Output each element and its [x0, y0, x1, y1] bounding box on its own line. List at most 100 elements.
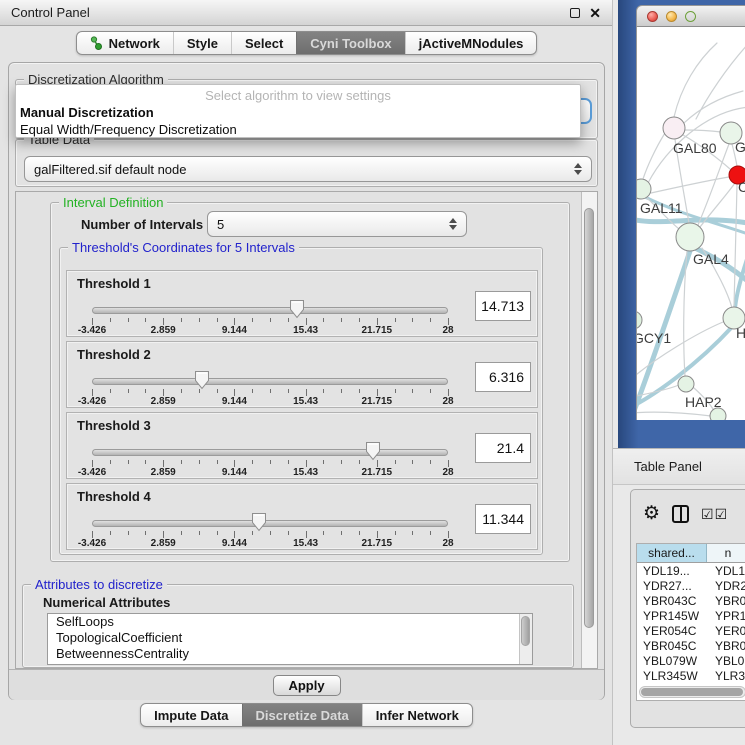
slider-tick-label: 2.859: [139, 467, 187, 478]
slider-tick: [92, 531, 93, 538]
number-of-intervals-combobox[interactable]: 5: [207, 211, 467, 237]
network-edge-highlighted[interactable]: [735, 253, 745, 309]
threshold-2-value-field[interactable]: 6.316: [475, 362, 531, 392]
column-header-name[interactable]: n: [707, 544, 745, 562]
network-node-hap2[interactable]: [678, 376, 694, 392]
threshold-4-value-field[interactable]: 11.344: [475, 504, 531, 534]
slider-tick: [181, 318, 182, 322]
numerical-attribute-item[interactable]: SelfLoops: [48, 614, 532, 630]
slider-tick: [395, 318, 396, 322]
network-desktop-background: GAL80GALCGAL11GAL4GCY1HHAP2: [618, 0, 745, 448]
threshold-3-group: Threshold 3-3.4262.8599.14415.4321.71528…: [66, 412, 538, 479]
network-edge[interactable]: [637, 412, 711, 416]
gear-icon[interactable]: ⚙: [643, 504, 660, 524]
slider-tick: [395, 531, 396, 535]
apply-button[interactable]: Apply: [273, 675, 341, 696]
close-traffic-light-icon[interactable]: [647, 11, 658, 22]
threshold-2-slider-track[interactable]: [92, 378, 448, 385]
slider-tick: [359, 318, 360, 322]
algorithm-option-equal-width-frequency-discretization[interactable]: Equal Width/Frequency Discretization: [16, 121, 580, 138]
tab-label: jActiveMNodules: [419, 36, 524, 51]
slider-tick: [377, 318, 378, 325]
slider-tick: [448, 389, 449, 396]
attributes-list-scrollbar[interactable]: [519, 614, 532, 664]
close-window-icon[interactable]: ✕: [589, 6, 601, 20]
control-panel-titlebar[interactable]: Control Panel ✕: [0, 0, 612, 26]
tab-cyni-toolbox[interactable]: Cyni Toolbox: [296, 32, 404, 54]
zoom-traffic-light-icon[interactable]: [685, 11, 696, 22]
table-row[interactable]: YDL19...YDL1: [637, 563, 745, 578]
slider-tick-label: 28: [424, 538, 472, 549]
checkbox-icon[interactable]: ☑: [715, 506, 728, 523]
table-panel-titlebar[interactable]: Table Panel: [613, 448, 745, 485]
network-window-titlebar[interactable]: [636, 5, 745, 27]
float-window-icon[interactable]: [570, 8, 580, 18]
slider-tick: [288, 389, 289, 393]
threshold-4-slider-track[interactable]: [92, 520, 448, 527]
tab-impute-data[interactable]: Impute Data: [141, 704, 241, 726]
table-row[interactable]: YLR345WYLR3: [637, 668, 745, 683]
threshold-1-slider-handle[interactable]: [289, 299, 305, 319]
threshold-4-slider-handle[interactable]: [251, 512, 267, 532]
network-node-gal4[interactable]: [676, 223, 704, 251]
threshold-2-slider-handle[interactable]: [194, 370, 210, 390]
slider-tick: [430, 460, 431, 464]
split-columns-icon[interactable]: [672, 505, 689, 523]
settings-vertical-scrollbar[interactable]: [581, 192, 597, 668]
tab-jactivemnodules[interactable]: jActiveMNodules: [405, 32, 537, 54]
network-node-gcy1[interactable]: [637, 311, 642, 329]
threshold-1-slider-track[interactable]: [92, 307, 448, 314]
network-node-label: H: [736, 325, 745, 341]
slider-tick: [252, 389, 253, 393]
numerical-attribute-item[interactable]: BetweennessCentrality: [48, 646, 532, 662]
network-edge[interactable]: [674, 43, 717, 117]
table-row[interactable]: YPR145WYPR1: [637, 608, 745, 623]
tab-select[interactable]: Select: [231, 32, 296, 54]
algorithm-popup-items: Manual DiscretizationEqual Width/Frequen…: [16, 104, 580, 138]
network-edge[interactable]: [685, 130, 721, 132]
node-attribute-table[interactable]: shared... n YDL19...YDL1YDR27...YDR2YBR0…: [636, 543, 745, 701]
numerical-attribute-item[interactable]: TopologicalCoefficient: [48, 630, 532, 646]
table-row[interactable]: YER054CYER0: [637, 623, 745, 638]
minimize-traffic-light-icon[interactable]: [666, 11, 677, 22]
tab-style[interactable]: Style: [173, 32, 231, 54]
tab-label: Select: [245, 36, 283, 51]
table-row[interactable]: YBR043CYBR0: [637, 593, 745, 608]
threshold-3-slider-handle[interactable]: [365, 441, 381, 461]
tab-infer-network[interactable]: Infer Network: [362, 704, 472, 726]
control-panel-title: Control Panel: [11, 5, 90, 20]
network-icon: [90, 36, 103, 50]
network-edge[interactable]: [651, 177, 729, 193]
table-row[interactable]: YDR27...YDR2: [637, 578, 745, 593]
slider-tick: [217, 460, 218, 464]
threshold-3-value-field[interactable]: 21.4: [475, 433, 531, 463]
threshold-3-slider-track[interactable]: [92, 449, 448, 456]
slider-tick: [270, 531, 271, 535]
table-row[interactable]: YBL079WYBL0: [637, 653, 745, 668]
algorithm-option-manual-discretization[interactable]: Manual Discretization: [16, 104, 580, 121]
tab-discretize-data[interactable]: Discretize Data: [242, 704, 362, 726]
cell-name: YBR0: [707, 639, 745, 653]
numerical-attributes-list[interactable]: SelfLoopsTopologicalCoefficientBetweenne…: [47, 613, 533, 665]
table-data-combobox[interactable]: galFiltered.sif default node: [24, 156, 592, 182]
table-horizontal-scrollbar[interactable]: [639, 686, 745, 698]
slider-tick: [448, 318, 449, 325]
slider-tick-label: -3.426: [68, 325, 116, 336]
scrollbar-thumb[interactable]: [641, 688, 743, 696]
slider-tick: [341, 318, 342, 322]
tab-network[interactable]: Network: [77, 32, 173, 54]
column-header-shared[interactable]: shared...: [637, 544, 707, 562]
slider-tick-label: 21.715: [353, 467, 401, 478]
scrollbar-thumb[interactable]: [584, 208, 594, 628]
network-node-gal80[interactable]: [663, 117, 685, 139]
checkbox-icon[interactable]: ☑: [701, 506, 714, 523]
threshold-1-value-field[interactable]: 14.713: [475, 291, 531, 321]
combo-stepper-icon: [574, 163, 582, 175]
network-edge[interactable]: [698, 144, 729, 225]
network-canvas[interactable]: GAL80GALCGAL11GAL4GCY1HHAP2: [636, 27, 745, 420]
segmented-control: NetworkStyle Select Cyni Toolbox jActiveMNo…: [76, 31, 538, 55]
slider-tick: [92, 318, 93, 325]
table-row[interactable]: YBR045CYBR0: [637, 638, 745, 653]
scrollbar-thumb[interactable]: [521, 616, 530, 646]
checkbox-icons[interactable]: ☑☑: [701, 506, 727, 523]
